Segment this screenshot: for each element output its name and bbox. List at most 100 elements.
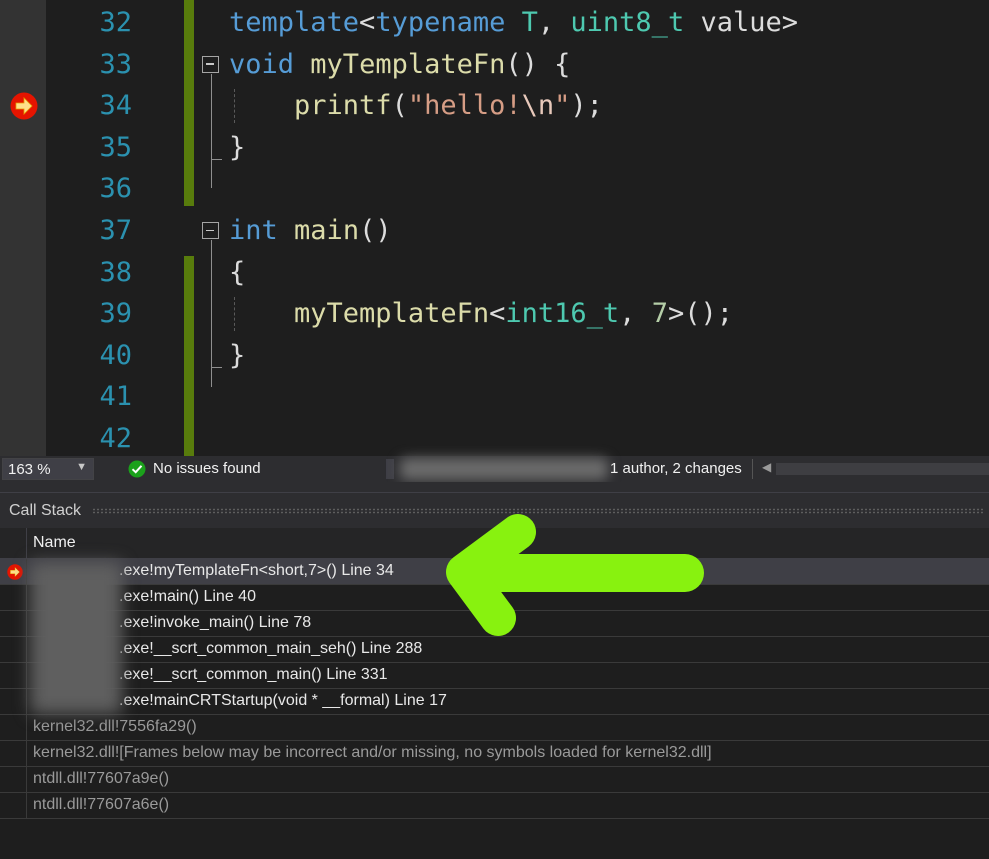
code-line[interactable]: 39 myTemplateFn<int16_t, 7>(); [0, 293, 989, 334]
code-text[interactable]: void myTemplateFn() { [229, 44, 570, 85]
line-number[interactable]: 40 [60, 335, 132, 376]
code-line[interactable]: 38 { [0, 252, 989, 293]
code-token-fn: printf [294, 90, 392, 122]
frame-gutter [0, 715, 27, 740]
frame-gutter [0, 793, 27, 818]
call-stack-frame[interactable]: .exe!__scrt_common_main() Line 331 [0, 663, 989, 689]
panel-title: Call Stack [9, 502, 82, 519]
current-statement-arrow-icon[interactable] [7, 564, 23, 580]
indent-guide [234, 89, 235, 123]
code-token-fn: myTemplateFn [294, 298, 490, 330]
collapse-toggle-icon[interactable] [202, 222, 219, 239]
line-number[interactable]: 39 [60, 293, 132, 334]
chevron-down-icon: ▼ [76, 461, 87, 473]
call-stack-frame[interactable]: .exe!__scrt_common_main_seh() Line 288 [0, 637, 989, 663]
current-statement-arrow-icon[interactable] [10, 92, 38, 120]
horizontal-scrollbar[interactable] [776, 463, 989, 475]
authors-changes-indicator[interactable]: 1 author, 2 changes [610, 460, 742, 477]
redacted-region [400, 458, 608, 480]
frame-name: kernel32.dll![Frames below may be incorr… [33, 744, 712, 761]
code-token-plain: , [619, 298, 652, 330]
frame-name: .exe!myTemplateFn<short,7>() Line 34 [119, 562, 394, 579]
code-token-kw: int [229, 215, 278, 246]
code-line[interactable]: 36 [0, 168, 989, 209]
code-text[interactable]: } [229, 335, 245, 376]
code-line[interactable]: 41 [0, 376, 989, 417]
frame-name: .exe!__scrt_common_main_seh() Line 288 [119, 640, 423, 657]
call-stack-frame[interactable]: ntdll.dll!77607a6e() [0, 793, 989, 819]
zoom-dropdown[interactable]: 163 % ▼ [2, 458, 94, 480]
code-line[interactable]: 35} [0, 127, 989, 168]
outline-guide [211, 240, 212, 387]
code-line[interactable]: 34 printf("hello!\n"); [0, 85, 989, 126]
scroll-left-icon[interactable]: ◀ [762, 460, 771, 474]
line-number[interactable]: 35 [60, 127, 132, 168]
line-number[interactable]: 42 [60, 418, 132, 459]
code-token-plain: < [359, 7, 376, 38]
code-token-plain: } [229, 339, 246, 371]
code-text[interactable]: } [229, 127, 245, 168]
code-text[interactable]: { [229, 252, 245, 293]
code-token-esc: \n [521, 90, 555, 122]
outline-guide [211, 73, 212, 189]
frame-name: .exe!mainCRTStartup(void * __formal) Lin… [119, 692, 447, 709]
status-separator [386, 459, 394, 479]
line-number[interactable]: 38 [60, 252, 132, 293]
code-editor[interactable]: 32 template<typename T, uint8_t value> 33 v… [0, 0, 989, 464]
call-stack-frame[interactable]: .exe!mainCRTStartup(void * __formal) Lin… [0, 689, 989, 715]
line-number[interactable]: 32 [60, 2, 132, 43]
code-token-ty: T [521, 7, 538, 38]
call-stack-frame[interactable]: ntdll.dll!77607a9e() [0, 767, 989, 793]
issues-status[interactable]: No issues found [153, 460, 261, 477]
outline-guide-end [211, 158, 222, 160]
code-token-kw: template [229, 7, 360, 38]
call-stack-frame[interactable]: kernel32.dll!7556fa29() [0, 715, 989, 741]
zoom-value: 163 % [8, 461, 51, 478]
code-token-plain: ( [391, 90, 408, 122]
code-line[interactable]: 33 void myTemplateFn() { [0, 44, 989, 85]
change-indicator-bar [184, 0, 194, 206]
frame-gutter [0, 611, 27, 636]
check-circle-icon[interactable] [128, 460, 146, 478]
code-token-kw: typename [375, 7, 506, 38]
annotation-arrow-icon [446, 514, 704, 636]
collapse-toggle-icon[interactable] [202, 55, 219, 73]
call-stack-frame[interactable]: kernel32.dll![Frames below may be incorr… [0, 741, 989, 767]
change-indicator-bar [184, 255, 194, 464]
column-name-header[interactable]: Name [33, 534, 76, 552]
code-token-plain: { [229, 256, 246, 288]
code-text[interactable]: template<typename T, uint8_t value> [229, 2, 798, 43]
code-line[interactable]: 40} [0, 335, 989, 376]
code-text[interactable]: myTemplateFn<int16_t, 7>(); [229, 293, 733, 334]
line-number[interactable]: 36 [60, 168, 132, 209]
code-text[interactable]: int main() [229, 210, 392, 251]
code-token-plain: value> [684, 7, 798, 38]
indent-guide [234, 297, 235, 331]
frame-gutter [0, 637, 27, 662]
code-text[interactable]: printf("hello!\n"); [229, 85, 603, 126]
code-token-plain: , [537, 7, 571, 38]
outline-guide-end [211, 366, 222, 368]
line-number[interactable]: 33 [60, 44, 132, 85]
frame-name: kernel32.dll!7556fa29() [33, 718, 197, 735]
code-token-plain: () { [505, 48, 571, 80]
frame-name: .exe!invoke_main() Line 78 [119, 614, 312, 631]
frame-gutter [0, 585, 27, 610]
line-number[interactable]: 41 [60, 376, 132, 417]
code-line[interactable]: 32 template<typename T, uint8_t value> [0, 2, 989, 43]
code-token-num: 7 [651, 298, 668, 330]
line-number[interactable]: 37 [60, 210, 132, 251]
code-token-plain: } [229, 131, 246, 163]
panel-splitter[interactable] [0, 482, 989, 493]
code-line[interactable]: 37 int main() [0, 210, 989, 251]
line-number[interactable]: 34 [60, 85, 132, 126]
frame-name: .exe!main() Line 40 [119, 588, 256, 605]
code-token-fn: myTemplateFn [310, 48, 506, 80]
column-gutter [0, 528, 27, 558]
editor-status-bar: 163 % ▼ No issues found 1 author, 2 chan… [0, 456, 989, 482]
code-line[interactable]: 42 [0, 418, 989, 459]
